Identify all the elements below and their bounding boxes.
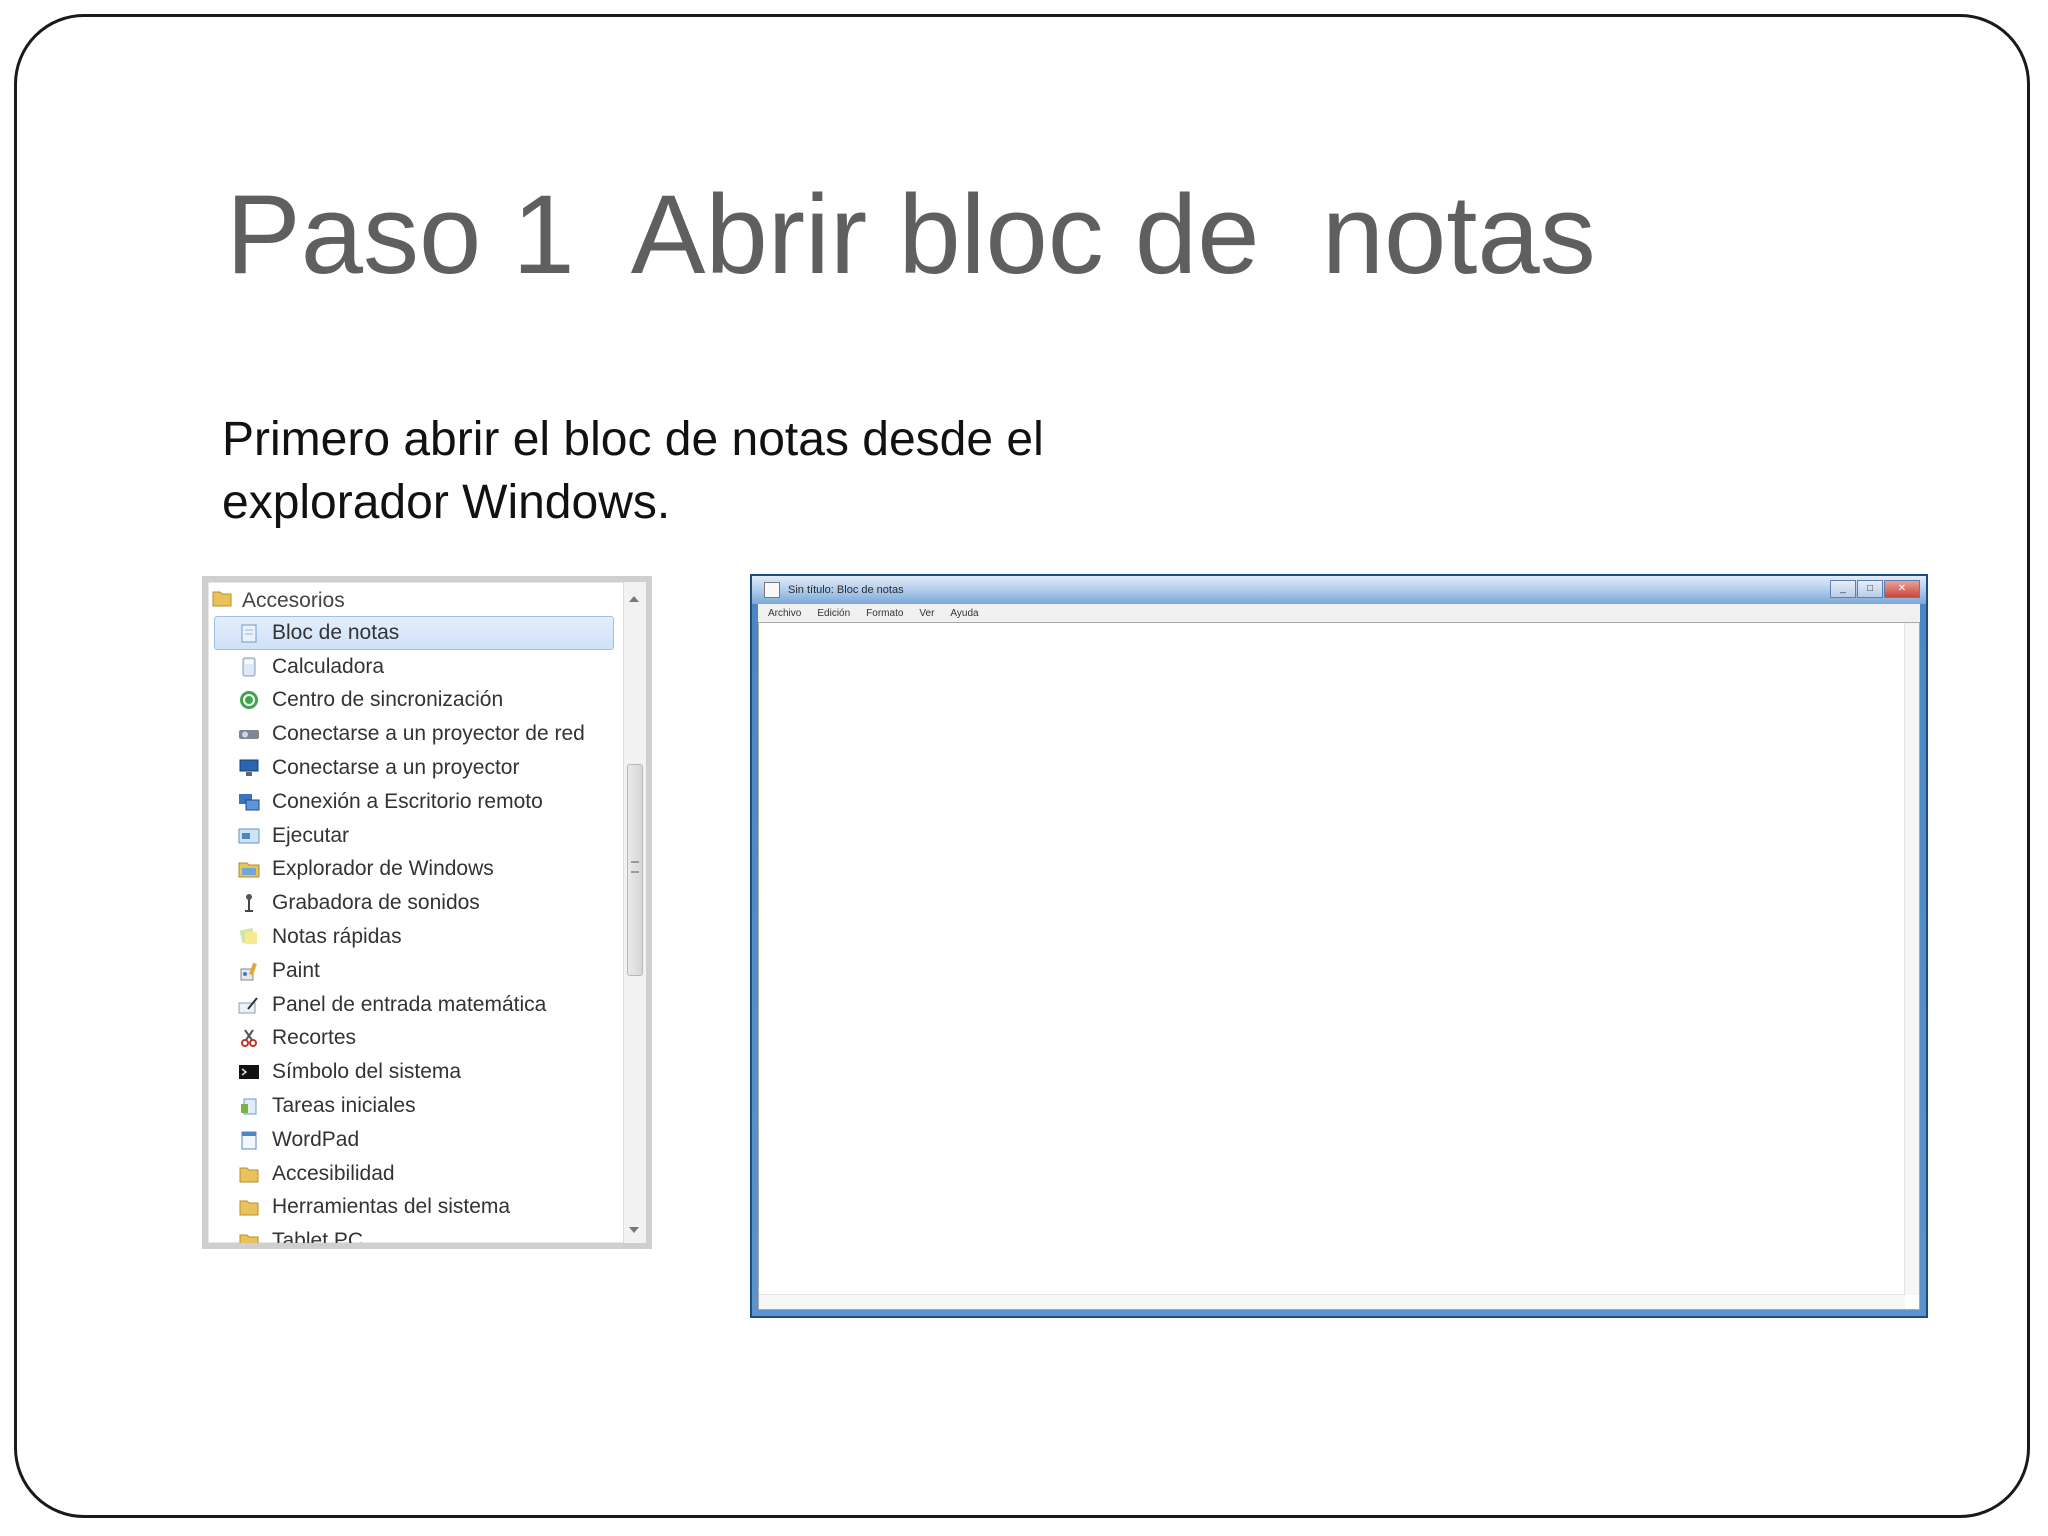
sync-center-icon bbox=[238, 689, 260, 711]
folder-icon bbox=[238, 1196, 260, 1218]
folder-icon bbox=[238, 1163, 260, 1185]
menu-item-bloc-de-notas[interactable]: Bloc de notas bbox=[214, 616, 614, 650]
menu-item-label: Conexión a Escritorio remoto bbox=[272, 789, 543, 813]
body-line-1: Primero abrir el bloc de notas desde el bbox=[222, 413, 1044, 466]
menu-item-label: Símbolo del sistema bbox=[272, 1060, 462, 1084]
accessories-menu-panel: Accesorios Bloc de notas Calculadora Cen… bbox=[202, 576, 652, 1249]
menu-item-herramientas-del-sistema[interactable]: Herramientas del sistema bbox=[208, 1191, 618, 1225]
paint-icon bbox=[238, 960, 260, 982]
menu-item-label: Herramientas del sistema bbox=[272, 1195, 511, 1219]
notepad-vertical-scrollbar[interactable] bbox=[1904, 623, 1919, 1295]
menu-item-label: Bloc de notas bbox=[272, 620, 400, 644]
folder-icon bbox=[238, 1230, 260, 1243]
menu-item-centro-de-sincronizacion[interactable]: Centro de sincronización bbox=[208, 684, 618, 718]
command-prompt-icon bbox=[238, 1061, 260, 1083]
menu-item-explorador-de-windows[interactable]: Explorador de Windows bbox=[208, 853, 618, 887]
scroll-grip-icon bbox=[631, 861, 639, 873]
menu-item-recortes[interactable]: Recortes bbox=[208, 1022, 618, 1056]
menu-archivo[interactable]: Archivo bbox=[768, 608, 801, 619]
menu-header-accesorios[interactable]: Accesorios bbox=[208, 586, 628, 616]
minimize-icon[interactable]: _ bbox=[1830, 580, 1856, 598]
menu-item-proyector[interactable]: Conectarse a un proyector bbox=[208, 751, 618, 785]
menu-item-proyector-de-red[interactable]: Conectarse a un proyector de red bbox=[208, 717, 618, 751]
menu-item-accesibilidad[interactable]: Accesibilidad bbox=[208, 1157, 618, 1191]
notepad-window: Sin título: Bloc de notas _ □ ✕ Archivo … bbox=[750, 574, 1928, 1318]
menu-item-simbolo-del-sistema[interactable]: Símbolo del sistema bbox=[208, 1055, 618, 1089]
menu-item-label: Paint bbox=[272, 958, 320, 982]
close-icon[interactable]: ✕ bbox=[1884, 580, 1920, 598]
window-controls: _ □ ✕ bbox=[1829, 580, 1920, 598]
menu-ayuda[interactable]: Ayuda bbox=[950, 608, 978, 619]
notepad-menubar: Archivo Edición Formato Ver Ayuda bbox=[758, 604, 1920, 622]
run-icon bbox=[238, 825, 260, 847]
menu-item-label: Tablet PC bbox=[272, 1229, 364, 1249]
slide-title: Paso 1 Abrir bloc de notas bbox=[226, 172, 1596, 297]
slide-body-text: Primero abrir el bloc de notas desde el … bbox=[222, 408, 1222, 534]
menu-item-label: WordPad bbox=[272, 1127, 360, 1151]
menu-item-ejecutar[interactable]: Ejecutar bbox=[208, 819, 618, 853]
scroll-up-arrow-icon[interactable] bbox=[629, 596, 639, 602]
sticky-notes-icon bbox=[238, 926, 260, 948]
menu-item-label: Centro de sincronización bbox=[272, 688, 504, 712]
menu-item-label: Panel de entrada matemática bbox=[272, 992, 547, 1016]
menu-item-tareas-iniciales[interactable]: Tareas iniciales bbox=[208, 1089, 618, 1123]
menu-edicion[interactable]: Edición bbox=[817, 608, 850, 619]
notepad-text-area[interactable] bbox=[758, 622, 1920, 1310]
remote-desktop-icon bbox=[238, 791, 260, 813]
microphone-icon bbox=[238, 892, 260, 914]
wordpad-icon bbox=[238, 1129, 260, 1151]
menu-item-label: Recortes bbox=[272, 1026, 357, 1050]
notepad-title: Sin título: Bloc de notas bbox=[788, 584, 904, 596]
math-input-icon bbox=[238, 994, 260, 1016]
menu-formato[interactable]: Formato bbox=[866, 608, 903, 619]
network-projector-icon bbox=[238, 723, 260, 745]
menu-item-label: Conectarse a un proyector bbox=[272, 756, 520, 780]
calculator-icon bbox=[238, 656, 260, 678]
menu-item-label: Grabadora de sonidos bbox=[272, 891, 480, 915]
folder-icon bbox=[212, 589, 232, 613]
menu-item-panel-de-entrada-matematica[interactable]: Panel de entrada matemática bbox=[208, 988, 618, 1022]
notepad-titlebar[interactable]: Sin título: Bloc de notas _ □ ✕ bbox=[752, 576, 1926, 604]
menu-item-label: Calculadora bbox=[272, 654, 385, 678]
menu-item-notas-rapidas[interactable]: Notas rápidas bbox=[208, 920, 618, 954]
getting-started-icon bbox=[238, 1095, 260, 1117]
accessories-menu-list: Bloc de notas Calculadora Centro de sinc… bbox=[208, 616, 618, 1249]
menu-item-label: Tareas iniciales bbox=[272, 1094, 416, 1118]
menu-item-label: Explorador de Windows bbox=[272, 857, 494, 881]
notepad-horizontal-scrollbar[interactable] bbox=[759, 1294, 1905, 1309]
menu-item-calculadora[interactable]: Calculadora bbox=[208, 650, 618, 684]
scroll-down-arrow-icon[interactable] bbox=[629, 1227, 639, 1233]
menu-item-grabadora-de-sonidos[interactable]: Grabadora de sonidos bbox=[208, 886, 618, 920]
menu-header-label: Accesorios bbox=[242, 589, 345, 612]
menu-item-escritorio-remoto[interactable]: Conexión a Escritorio remoto bbox=[208, 785, 618, 819]
menu-item-label: Ejecutar bbox=[272, 823, 350, 847]
menu-item-wordpad[interactable]: WordPad bbox=[208, 1123, 618, 1157]
explorer-icon bbox=[238, 858, 260, 880]
scroll-thumb[interactable] bbox=[627, 764, 643, 976]
maximize-icon[interactable]: □ bbox=[1857, 580, 1883, 598]
menu-item-label: Accesibilidad bbox=[272, 1161, 395, 1185]
menu-ver[interactable]: Ver bbox=[919, 608, 934, 619]
menu-item-label: Conectarse a un proyector de red bbox=[272, 722, 585, 746]
projector-icon bbox=[238, 757, 260, 779]
menu-scrollbar[interactable] bbox=[623, 582, 646, 1243]
menu-item-label: Notas rápidas bbox=[272, 925, 402, 949]
snipping-tool-icon bbox=[238, 1027, 260, 1049]
body-line-2: explorador Windows. bbox=[222, 476, 671, 529]
notepad-app-icon bbox=[764, 582, 780, 598]
notepad-icon bbox=[238, 622, 260, 644]
menu-item-paint[interactable]: Paint bbox=[208, 954, 618, 988]
menu-item-tablet-pc[interactable]: Tablet PC bbox=[208, 1224, 618, 1249]
